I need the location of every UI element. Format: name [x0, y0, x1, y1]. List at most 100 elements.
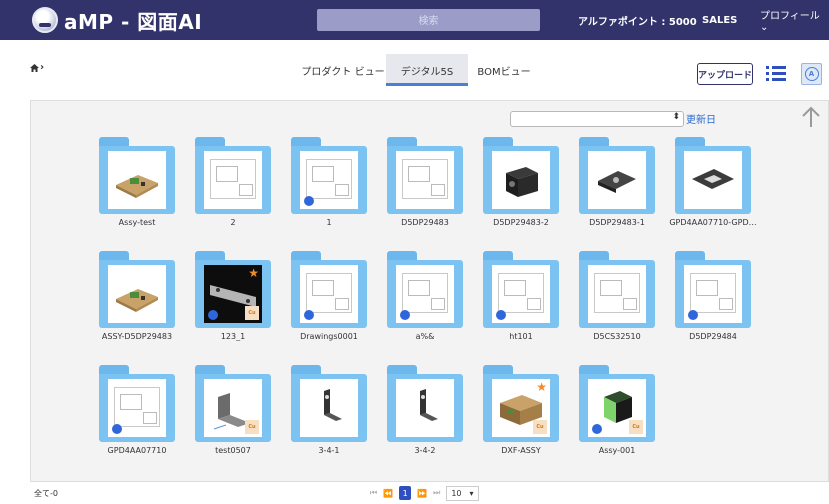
- top-bar: aMP - 図面AI アルファポイント : 5000 SALES プロフィール …: [0, 0, 829, 40]
- app-name: aMP - 図面AI: [64, 9, 203, 34]
- user-role-link[interactable]: SALES: [702, 0, 737, 40]
- upload-button[interactable]: アップロード: [697, 63, 753, 85]
- folder-item[interactable]: ht101: [483, 251, 559, 351]
- folder-item[interactable]: ★ Cu DXF-ASSY: [483, 365, 559, 465]
- folder-thumbnail: [684, 265, 742, 323]
- folder-name: D5DP29483-1: [589, 218, 645, 227]
- current-page-button[interactable]: 1: [399, 486, 412, 500]
- prev-page-button[interactable]: ⏪: [383, 489, 393, 498]
- folder-name: ASSY-D5DP29483: [101, 332, 173, 341]
- search-box[interactable]: [317, 9, 540, 33]
- folder-name: a%&: [415, 332, 435, 341]
- folder-name: Assy-001: [598, 446, 636, 455]
- folder-item[interactable]: Assy-test: [99, 137, 175, 237]
- folder-name: GPD4AA07710-GPD…: [669, 218, 757, 227]
- logo-icon: [32, 7, 58, 33]
- folder-item[interactable]: Cu Assy-001: [579, 365, 655, 465]
- pagination: ⏮ ⏪ 1 ⏩ ⏭ 10 ▾: [370, 485, 479, 501]
- last-page-button[interactable]: ⏭: [433, 488, 440, 498]
- search-input[interactable]: [317, 10, 540, 33]
- app-logo[interactable]: aMP - 図面AI: [32, 6, 202, 35]
- chevron-down-icon: ▾: [469, 488, 474, 498]
- folder-name: D5DP29483-2: [493, 218, 549, 227]
- status-dot-icon: [688, 310, 698, 320]
- folder-item[interactable]: D5DP29483: [387, 137, 463, 237]
- folder-name: D5CS32510: [593, 332, 641, 341]
- folder-thumbnail: ★ Cu: [492, 379, 550, 437]
- first-page-button[interactable]: ⏮: [370, 488, 377, 498]
- folder-thumbnail: [684, 151, 742, 209]
- folder-name: 123_1: [220, 332, 246, 341]
- folder-thumbnail: [300, 151, 358, 209]
- folder-name: Assy-test: [118, 218, 156, 227]
- folder-thumbnail: Cu: [204, 379, 262, 437]
- folder-item[interactable]: ASSY-D5DP29483: [99, 251, 175, 351]
- folder-name: D5DP29483: [401, 218, 449, 227]
- folder-name: 1: [326, 218, 332, 227]
- folder-item[interactable]: Drawings0001: [291, 251, 367, 351]
- folder-item[interactable]: 2: [195, 137, 271, 237]
- folder-item[interactable]: GPD4AA07710-GPD…: [669, 137, 757, 237]
- folder-name: GPD4AA07710: [107, 446, 167, 455]
- breadcrumb-separator: ›: [40, 62, 45, 73]
- folder-name: test0507: [215, 446, 251, 455]
- star-icon[interactable]: ★: [248, 267, 259, 279]
- folder-name: D5DP29484: [689, 332, 737, 341]
- attachment-icon: Cu: [245, 420, 259, 434]
- page-size-value: 10: [451, 488, 462, 498]
- status-dot-icon: [112, 424, 122, 434]
- folder-item[interactable]: 3-4-2: [387, 365, 463, 465]
- folder-thumbnail: [300, 379, 358, 437]
- folder-item[interactable]: 3-4-1: [291, 365, 367, 465]
- folder-thumbnail: [492, 151, 550, 209]
- folder-item[interactable]: Cu test0507: [195, 365, 271, 465]
- avatar-icon: A: [804, 67, 819, 81]
- tab-digital-5s[interactable]: デジタル5S: [386, 54, 468, 86]
- folder-thumbnail: [396, 265, 454, 323]
- alpha-points: アルファポイント : 5000: [578, 16, 697, 28]
- folder-name: ht101: [509, 332, 533, 341]
- sort-updated-link[interactable]: 更新日: [686, 111, 716, 126]
- tab-bom-view[interactable]: BOMビュー: [468, 54, 540, 86]
- folder-thumbnail: [492, 265, 550, 323]
- folder-name: DXF-ASSY: [501, 446, 541, 455]
- folder-name: 3-4-2: [414, 446, 436, 455]
- folder-item[interactable]: a%&: [387, 251, 463, 351]
- folder-item[interactable]: GPD4AA07710: [99, 365, 175, 465]
- list-view-icon[interactable]: [766, 65, 786, 82]
- folder-thumbnail: [300, 265, 358, 323]
- folder-name: 2: [230, 218, 236, 227]
- folder-item[interactable]: D5CS32510: [579, 251, 655, 351]
- folder-thumbnail: Cu: [588, 379, 646, 437]
- status-dot-icon: [304, 196, 314, 206]
- status-dot-icon: [592, 424, 602, 434]
- folder-name: 3-4-1: [318, 446, 340, 455]
- folder-thumbnail: ★ Cu: [204, 265, 262, 323]
- attachment-icon: Cu: [533, 420, 547, 434]
- folder-thumbnail: [396, 379, 454, 437]
- folder-item[interactable]: 1: [291, 137, 367, 237]
- folder-item[interactable]: D5DP29484: [675, 251, 751, 351]
- folder-item[interactable]: D5DP29483-1: [579, 137, 655, 237]
- folder-item[interactable]: D5DP29483-2: [483, 137, 559, 237]
- sort-select[interactable]: [510, 111, 684, 127]
- scroll-top-icon[interactable]: [801, 106, 821, 128]
- attachment-icon: Cu: [629, 420, 643, 434]
- folder-thumbnail: [108, 379, 166, 437]
- folder-thumbnail: [588, 151, 646, 209]
- status-dot-icon: [304, 310, 314, 320]
- profile-menu[interactable]: プロフィール ⌄: [760, 0, 829, 40]
- avatar-button[interactable]: A: [801, 63, 822, 85]
- folder-thumbnail: [396, 151, 454, 209]
- star-icon[interactable]: ★: [536, 381, 547, 393]
- folder-thumbnail: [108, 265, 166, 323]
- tab-product-view[interactable]: プロダクト ビュー: [300, 54, 386, 86]
- breadcrumb: ›: [30, 62, 44, 73]
- folder-thumbnail: [108, 151, 166, 209]
- status-dot-icon: [496, 310, 506, 320]
- folder-item[interactable]: ★ Cu 123_1: [195, 251, 271, 351]
- home-icon[interactable]: [30, 63, 39, 72]
- next-page-button[interactable]: ⏩: [417, 489, 427, 498]
- page-size-select[interactable]: 10 ▾: [446, 485, 479, 501]
- folder-thumbnail: [588, 265, 646, 323]
